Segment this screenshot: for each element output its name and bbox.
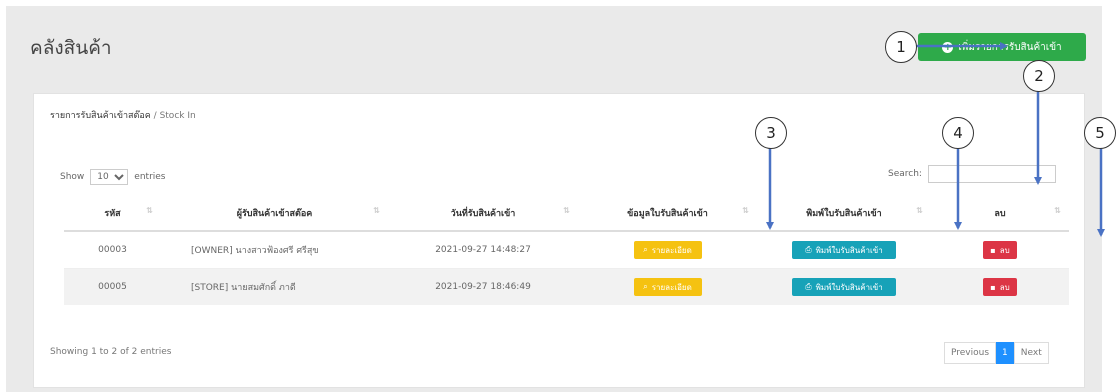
callout-1: 1 bbox=[885, 31, 917, 63]
callout-3: 3 bbox=[755, 117, 787, 149]
annotation-arrows bbox=[766, 42, 1105, 237]
callout-2: 2 bbox=[1023, 60, 1055, 92]
callout-4: 4 bbox=[942, 117, 974, 149]
callout-5: 5 bbox=[1084, 117, 1116, 149]
